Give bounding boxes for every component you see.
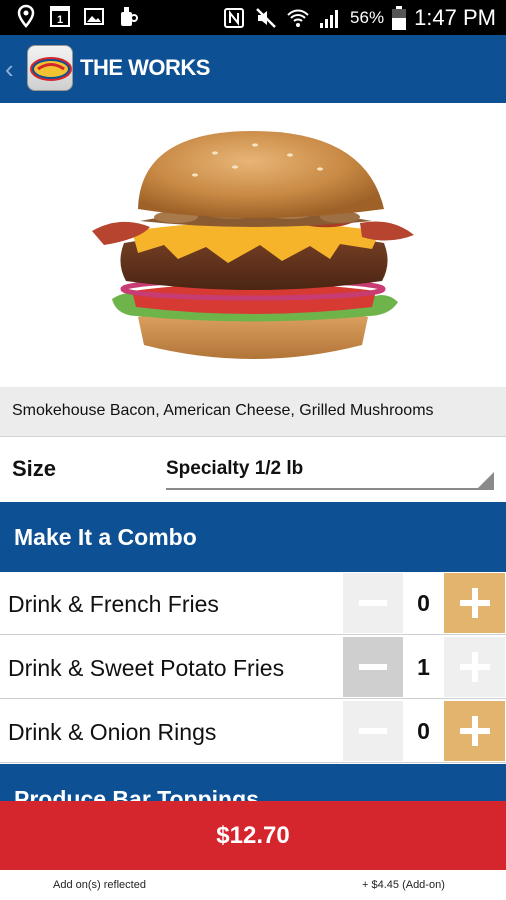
quantity-value: 0 [417, 589, 430, 616]
action-bar: ‹ THE WORKS [0, 35, 506, 103]
total-price: $12.70 [216, 821, 290, 849]
app-icon [121, 7, 138, 26]
decrement-button[interactable] [343, 637, 403, 697]
nfc-icon [224, 7, 245, 28]
minus-icon [359, 664, 387, 670]
combo-label: Drink & French Fries [8, 591, 219, 617]
combo-row-french-fries: Drink & French Fries 0 [0, 572, 506, 635]
increment-button[interactable] [444, 701, 505, 761]
quantity-value: 0 [417, 717, 430, 744]
plus-icon [459, 588, 490, 618]
mute-icon [256, 7, 276, 28]
item-description-row: Smokehouse Bacon, American Cheese, Grill… [0, 387, 506, 437]
decrement-button[interactable] [343, 573, 403, 633]
combo-section-title: Make It a Combo [14, 524, 197, 550]
clock: 1:47 PM [414, 4, 496, 30]
add-to-order-button[interactable]: $12.70 [0, 801, 506, 870]
plus-icon [459, 716, 490, 746]
combo-label: Drink & Sweet Potato Fries [8, 655, 285, 681]
battery-icon [392, 5, 407, 30]
minus-icon [359, 600, 387, 606]
status-bar: 1 56% 1:47 PM [0, 0, 506, 35]
fuddruckers-logo[interactable] [27, 45, 73, 91]
size-label: Size [12, 456, 57, 481]
burger-image [0, 103, 506, 387]
signal-icon [320, 9, 339, 28]
item-description: Smokehouse Bacon, American Cheese, Grill… [12, 402, 434, 419]
price-footer: Add on(s) reflected + $4.45 (Add-on) [0, 870, 506, 900]
battery-percent: 56% [350, 7, 385, 27]
quantity-value: 1 [417, 653, 430, 680]
wifi-icon [287, 9, 309, 27]
page-title: THE WORKS [80, 55, 210, 80]
image-icon [84, 8, 104, 25]
increment-button[interactable] [444, 573, 505, 633]
calendar-icon: 1 [50, 6, 70, 27]
dropdown-caret-icon [478, 472, 494, 488]
combo-row-onion-rings: Drink & Onion Rings 0 [0, 700, 506, 763]
size-row: Size Specialty 1/2 lb [0, 438, 506, 502]
plus-icon [459, 652, 490, 682]
toppings-section-header: Produce Bar Toppings [0, 764, 506, 804]
combo-label: Drink & Onion Rings [8, 719, 217, 745]
minus-icon [359, 728, 387, 734]
logo-graphic [30, 57, 72, 81]
combo-row-sweet-potato-fries: Drink & Sweet Potato Fries 1 [0, 636, 506, 699]
size-dropdown[interactable]: Specialty 1/2 lb [166, 450, 494, 490]
addon-note: Add on(s) reflected [53, 879, 146, 891]
decrement-button[interactable] [343, 701, 403, 761]
back-chevron-icon[interactable]: ‹ [5, 55, 19, 83]
increment-button[interactable] [444, 637, 505, 697]
combo-section-header: Make It a Combo [0, 502, 506, 572]
size-selected-value: Specialty 1/2 lb [166, 458, 304, 479]
burger-illustration [92, 131, 414, 359]
location-icon [17, 4, 35, 28]
addon-amount: + $4.45 (Add-on) [362, 879, 445, 891]
calendar-day: 1 [57, 14, 63, 26]
